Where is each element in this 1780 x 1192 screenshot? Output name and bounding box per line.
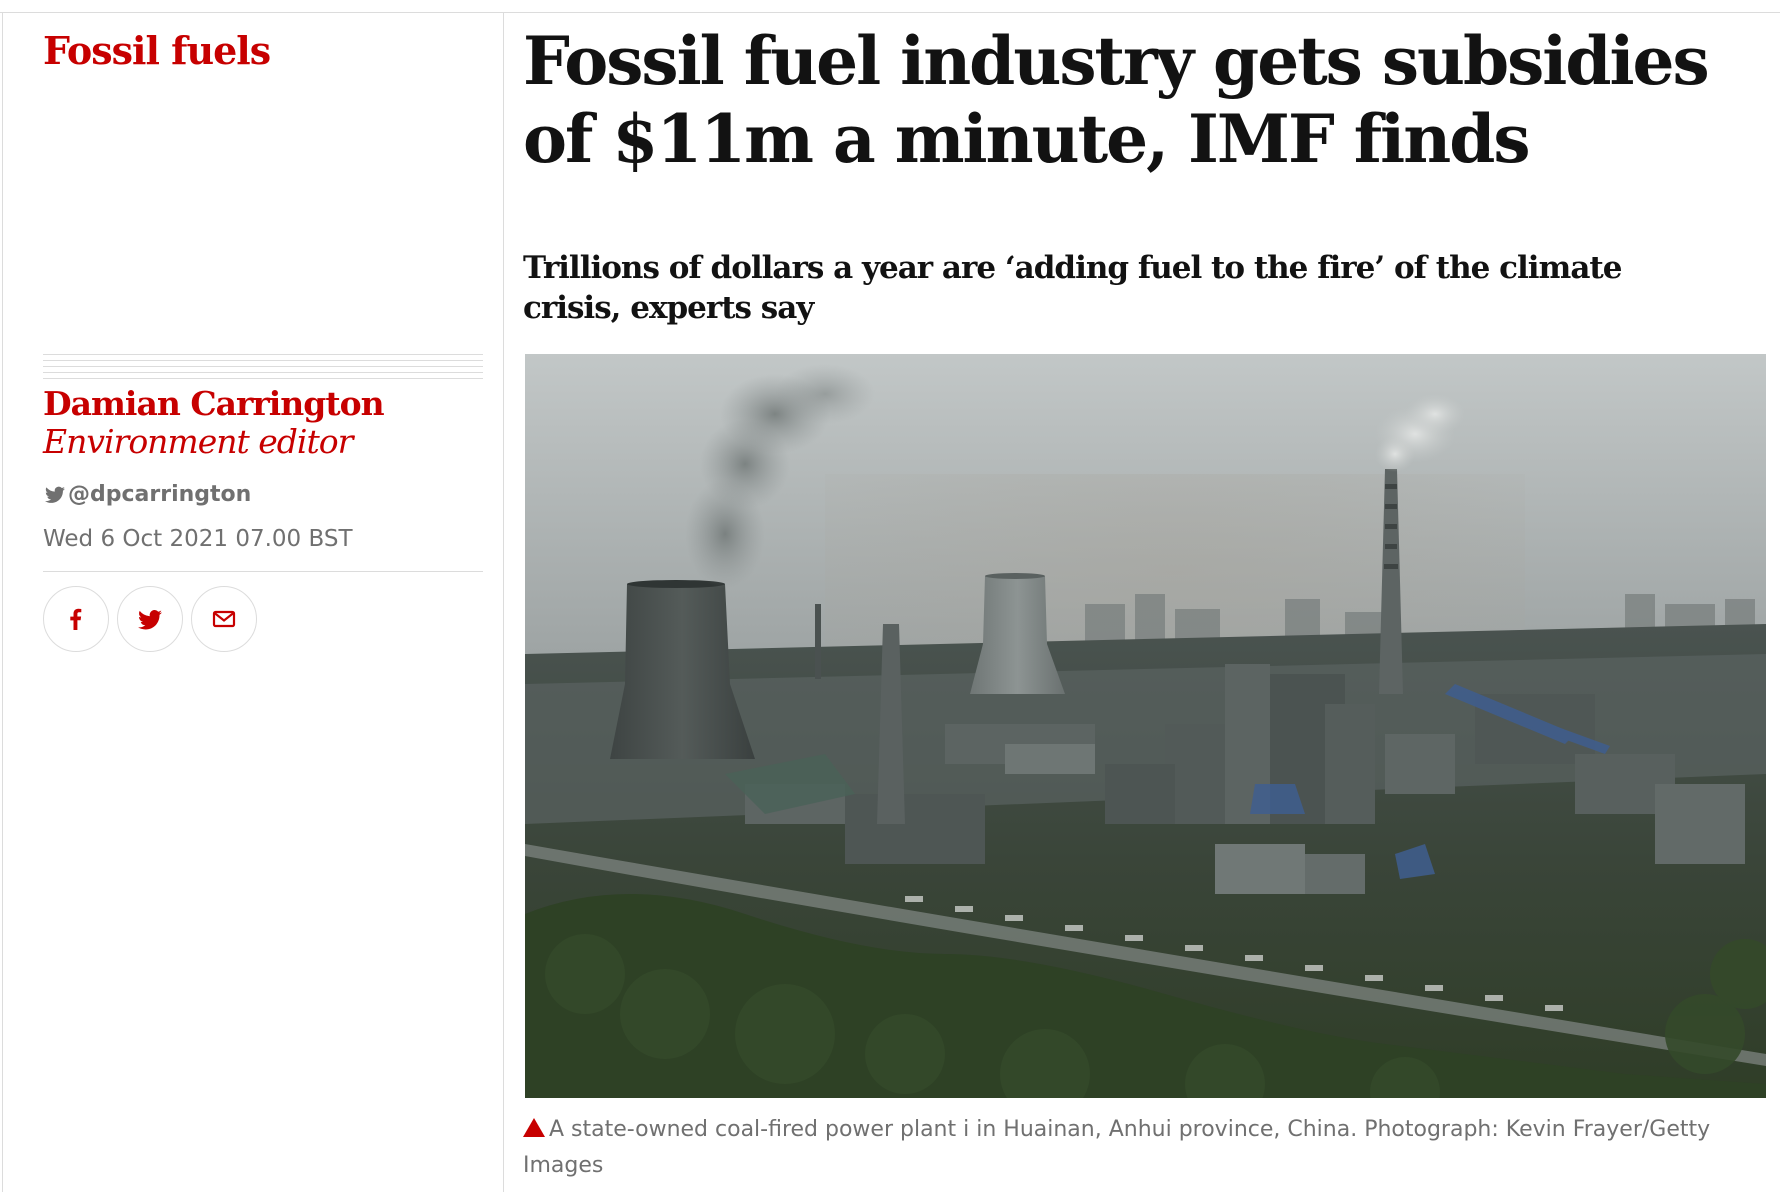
article-standfirst: Trillions of dollars a year are ‘adding … [523, 250, 1622, 326]
author-role: Environment editor [43, 422, 353, 461]
main-photo [525, 354, 1766, 1098]
twitter-icon [138, 610, 162, 630]
twitter-handle: @dpcarrington [68, 482, 252, 507]
share-facebook-button[interactable] [43, 586, 109, 652]
author-name-link[interactable]: Damian Carrington [43, 384, 385, 423]
twitter-icon [45, 486, 65, 503]
share-twitter-button[interactable] [117, 586, 183, 652]
facebook-icon [70, 608, 82, 630]
meta-divider [43, 571, 483, 572]
column-divider [503, 12, 504, 1192]
section-link-fossil-fuels[interactable]: Fossil fuels [43, 28, 271, 73]
left-border [2, 12, 3, 1192]
publish-date: Wed 6 Oct 2021 07.00 BST [43, 526, 353, 552]
share-buttons [43, 586, 257, 652]
photo-caption: A state-owned coal-fired power plant i i… [523, 1112, 1763, 1184]
share-email-button[interactable] [191, 586, 257, 652]
caption-triangle-icon [523, 1118, 545, 1137]
byline-rules [43, 354, 483, 379]
article-headline: Fossil fuel industry gets subsidies of $… [523, 22, 1710, 178]
author-twitter-link[interactable]: @dpcarrington [45, 482, 251, 507]
email-icon [212, 610, 236, 628]
top-border [0, 12, 1780, 13]
caption-text: A state-owned coal-fired power plant i i… [523, 1117, 1711, 1178]
